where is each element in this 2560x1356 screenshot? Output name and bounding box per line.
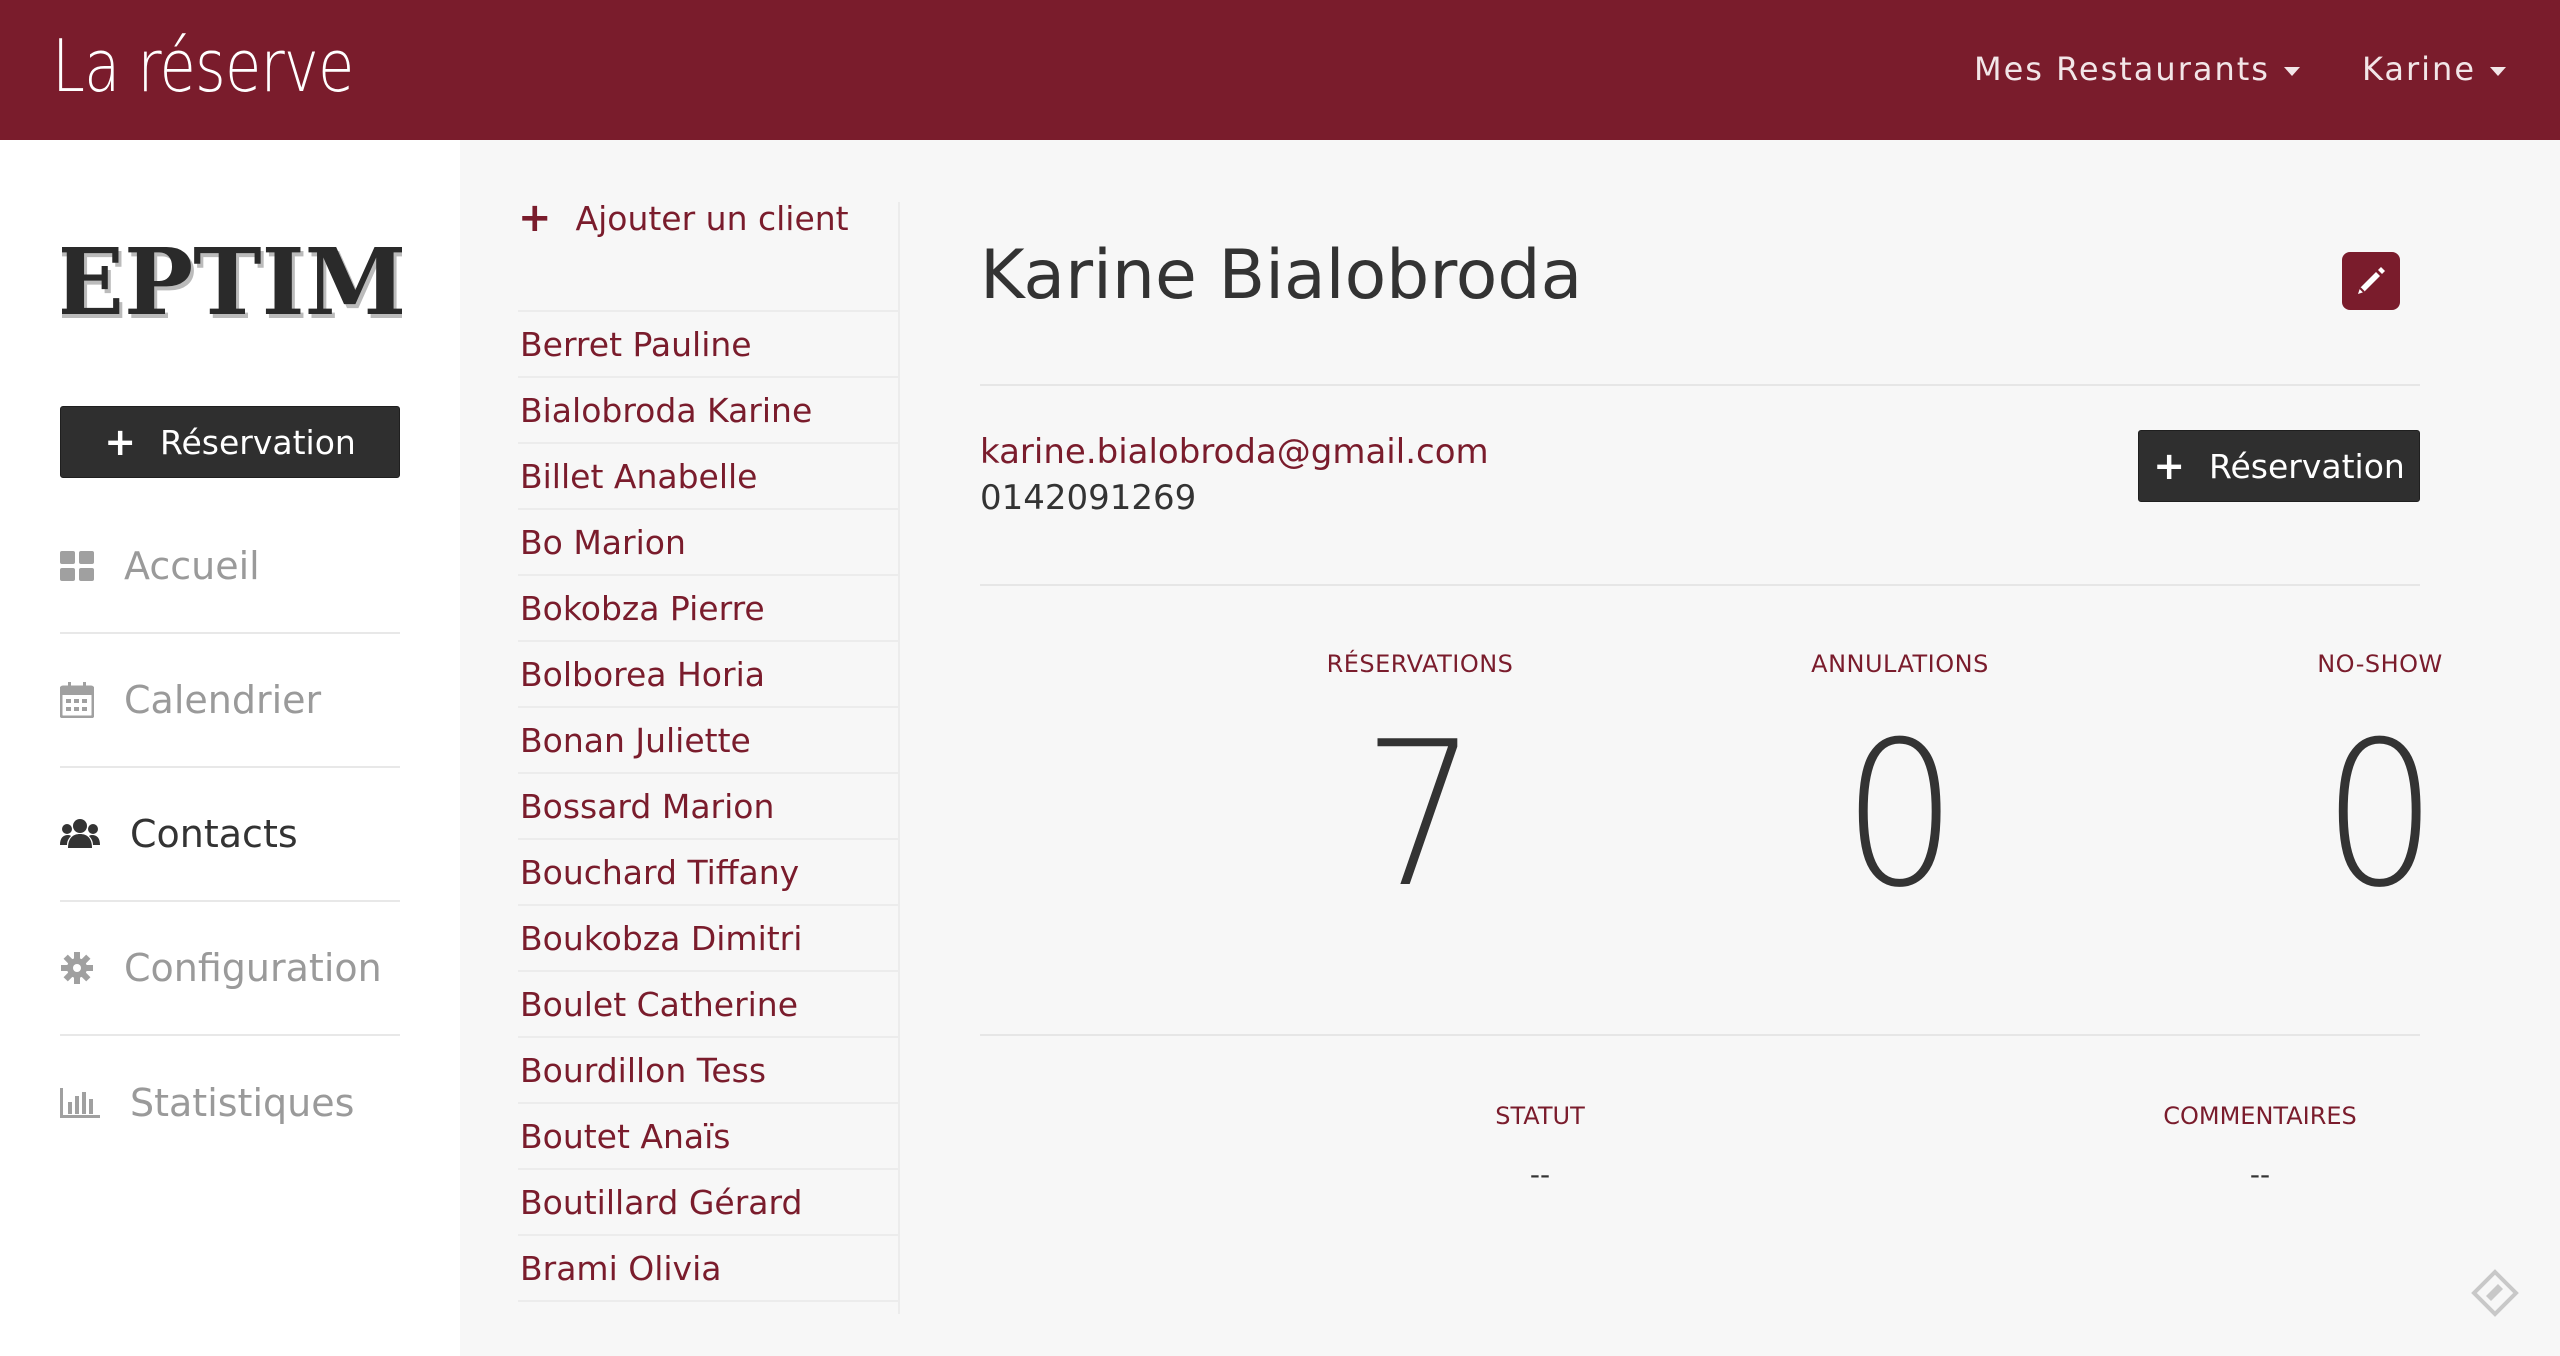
stat-label: NO-SHOW xyxy=(2317,650,2443,678)
stat-reservations: RÉSERVATIONS 7 xyxy=(1220,650,1620,916)
client-item[interactable]: Billet Anabelle xyxy=(518,444,898,510)
client-item[interactable]: Boutillard Gérard xyxy=(518,1170,898,1236)
stat-annulations: ANNULATIONS 0 xyxy=(1700,650,2100,916)
edit-button[interactable] xyxy=(2342,252,2400,310)
stat-no-show: NO-SHOW 0 xyxy=(2180,650,2560,916)
top-navbar: La réserve Mes Restaurants Karine xyxy=(0,0,2560,140)
stat-value: 0 xyxy=(1842,699,1958,932)
sidebar-item-label: Configuration xyxy=(124,946,382,990)
brand-title[interactable]: La réserve xyxy=(52,24,354,108)
client-phone: 0142091269 xyxy=(980,478,1197,518)
sidebar-item-accueil[interactable]: Accueil xyxy=(60,500,400,634)
client-item[interactable]: Bokobza Pierre xyxy=(518,576,898,642)
sidebar-reservation-label: Réservation xyxy=(160,422,356,462)
restaurants-dropdown-label: Mes Restaurants xyxy=(1973,50,2270,88)
septime-logo: SEPTIME SEPTIME xyxy=(62,228,402,338)
users-icon xyxy=(60,817,100,851)
client-item[interactable]: Brami Olivia xyxy=(518,1236,898,1302)
comments-value: -- xyxy=(2249,1158,2271,1191)
comments-label: COMMENTAIRES xyxy=(2163,1102,2357,1130)
client-reservation-button[interactable]: + Réservation xyxy=(2138,430,2420,502)
status-value: -- xyxy=(1529,1158,1551,1191)
restaurants-dropdown[interactable]: Mes Restaurants xyxy=(1974,50,2300,88)
client-item[interactable]: Boutet Anaïs xyxy=(518,1104,898,1170)
sidebar-item-label: Calendrier xyxy=(124,678,322,722)
status-section: STATUT -- xyxy=(1340,1102,1740,1191)
sidebar-item-calendrier[interactable]: Calendrier xyxy=(60,634,400,768)
add-client-link[interactable]: + Ajouter un client xyxy=(518,198,849,238)
user-dropdown-label: Karine xyxy=(2361,50,2476,88)
bar-chart-icon xyxy=(60,1086,100,1120)
status-label: STATUT xyxy=(1495,1102,1585,1130)
client-item[interactable]: Bo Marion xyxy=(518,510,898,576)
client-name: Karine Bialobroda xyxy=(980,236,1583,315)
sidebar-reservation-button[interactable]: + Réservation xyxy=(60,406,400,478)
sidebar-item-contacts[interactable]: Contacts xyxy=(60,768,400,902)
top-nav: Mes Restaurants Karine xyxy=(1974,50,2506,88)
pencil-icon xyxy=(2358,267,2385,294)
sidebar-item-label: Statistiques xyxy=(130,1081,355,1125)
sidebar-nav: Accueil Calendrier Contacts Configuratio… xyxy=(60,500,400,1170)
stat-value: 0 xyxy=(2322,699,2438,932)
comments-section: COMMENTAIRES -- xyxy=(2060,1102,2460,1191)
client-item[interactable]: Bonan Juliette xyxy=(518,708,898,774)
client-item[interactable]: Berret Pauline xyxy=(518,312,898,378)
client-item[interactable]: Bolborea Horia xyxy=(518,642,898,708)
calendar-icon xyxy=(60,682,94,718)
stat-label: ANNULATIONS xyxy=(1811,650,1989,678)
client-detail: Karine Bialobroda karine.bialobroda@gmai… xyxy=(900,140,2560,1356)
client-item[interactable]: Boukobza Dimitri xyxy=(518,906,898,972)
client-item[interactable]: Bourdillon Tess xyxy=(518,1038,898,1104)
sidebar-item-statistiques[interactable]: Statistiques xyxy=(60,1036,400,1170)
divider xyxy=(980,1034,2420,1036)
sidebar-item-label: Contacts xyxy=(130,812,298,856)
client-email[interactable]: karine.bialobroda@gmail.com xyxy=(980,432,1489,472)
client-item[interactable]: Bossard Marion xyxy=(518,774,898,840)
client-list-panel: + Ajouter un client Berret Pauline Bialo… xyxy=(460,140,900,1356)
sidebar: SEPTIME SEPTIME + Réservation Accueil Ca… xyxy=(0,140,460,1356)
add-client-label: Ajouter un client xyxy=(575,198,849,238)
client-item[interactable]: Bialobroda Karine xyxy=(518,378,898,444)
feedback-icon[interactable] xyxy=(2470,1268,2520,1318)
plus-icon: + xyxy=(2153,444,2186,488)
sidebar-item-label: Accueil xyxy=(124,544,260,588)
client-item[interactable]: Bouchard Tiffany xyxy=(518,840,898,906)
client-item[interactable]: Boulet Catherine xyxy=(518,972,898,1038)
plus-icon: + xyxy=(518,195,552,241)
client-list: Berret Pauline Bialobroda Karine Billet … xyxy=(518,310,898,1302)
gear-icon xyxy=(60,951,94,985)
divider xyxy=(980,384,2420,386)
caret-down-icon xyxy=(2490,66,2506,76)
user-dropdown[interactable]: Karine xyxy=(2362,50,2506,88)
client-reservation-label: Réservation xyxy=(2209,446,2405,486)
sidebar-item-configuration[interactable]: Configuration xyxy=(60,902,400,1036)
stat-label: RÉSERVATIONS xyxy=(1326,650,1514,678)
svg-text:SEPTIME: SEPTIME xyxy=(62,228,402,336)
stat-value: 7 xyxy=(1362,699,1478,932)
divider xyxy=(980,584,2420,586)
caret-down-icon xyxy=(2283,66,2300,76)
dashboard-icon xyxy=(60,549,94,583)
plus-icon: + xyxy=(104,420,137,464)
